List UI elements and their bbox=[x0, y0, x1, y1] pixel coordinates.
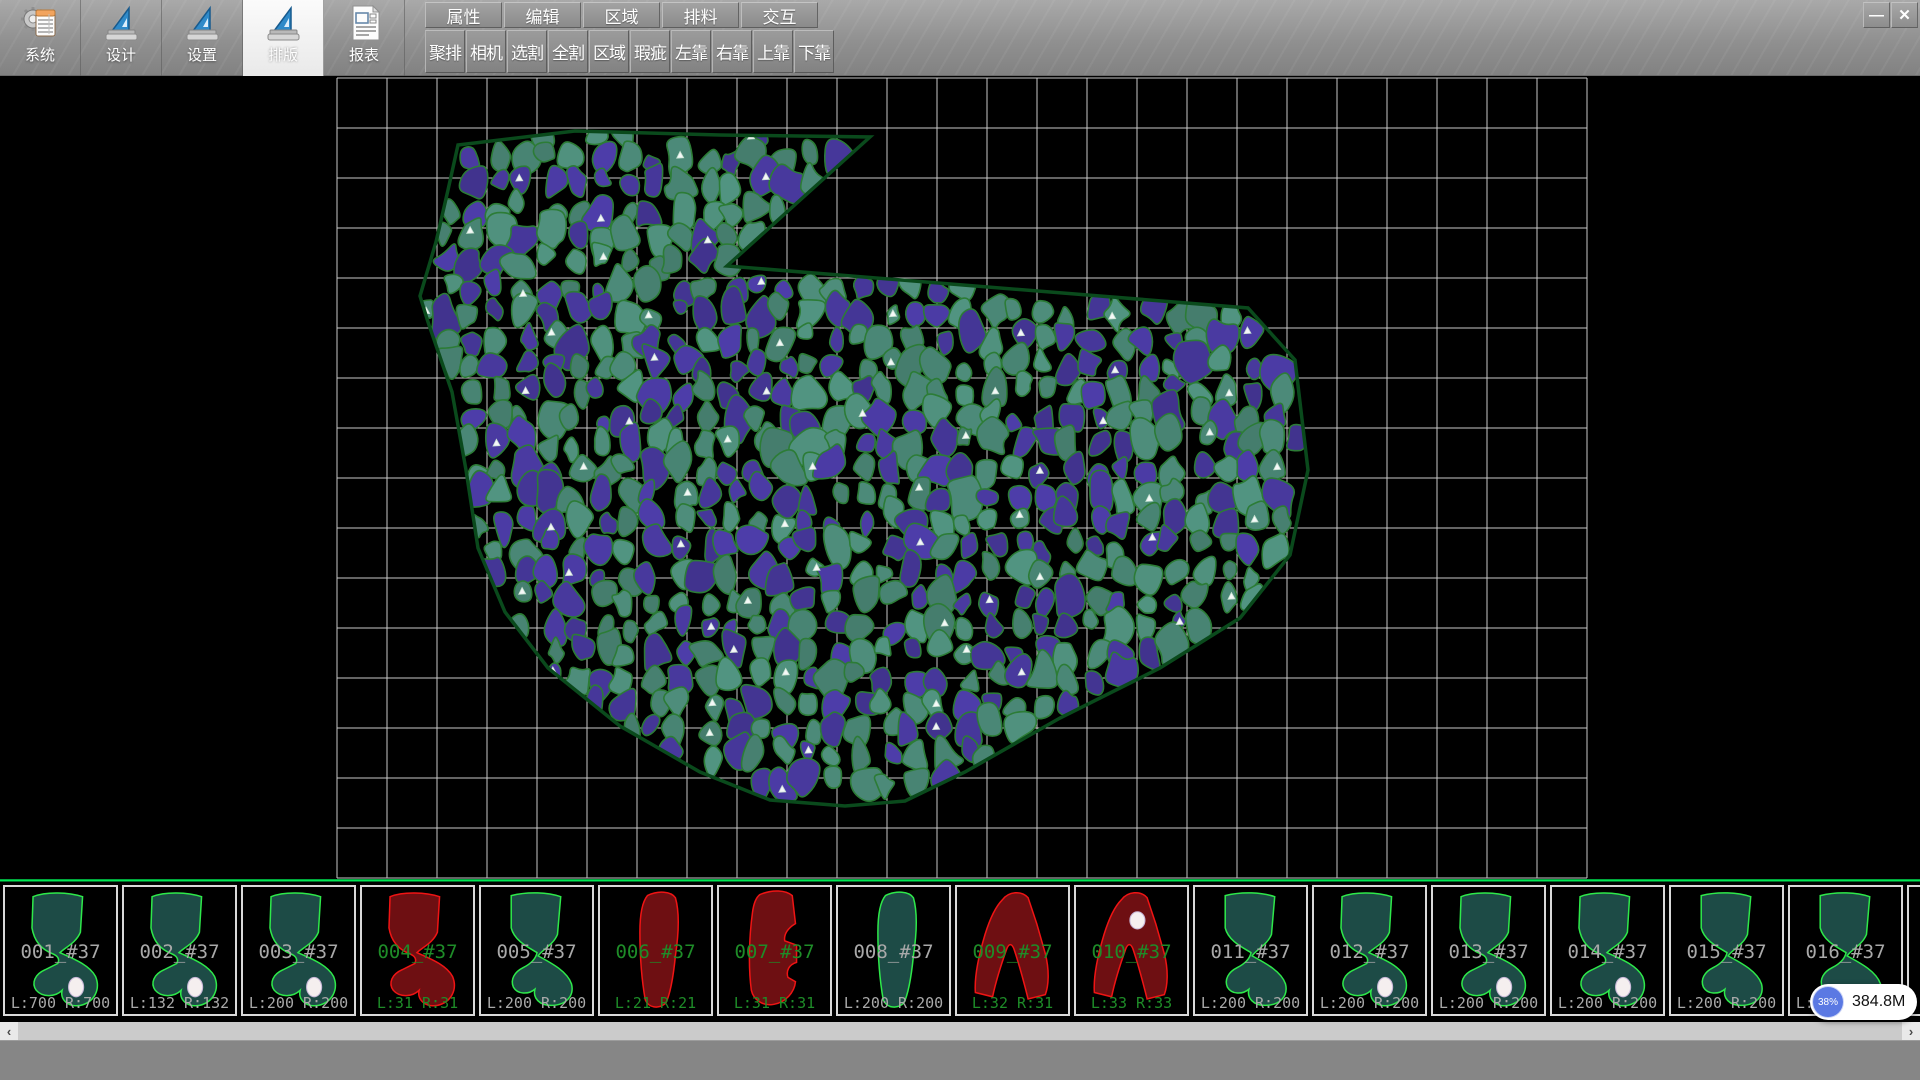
launcher-tab-报表[interactable]: 报表 bbox=[324, 0, 405, 76]
nesting-canvas[interactable] bbox=[0, 76, 1920, 879]
ruler-icon bbox=[101, 4, 141, 42]
launcher-tab-排版[interactable]: 排版 bbox=[243, 0, 324, 76]
menu-button-排料[interactable]: 排料 bbox=[662, 2, 739, 28]
launcher-tab-label: 设置 bbox=[187, 44, 217, 65]
piece-lr-count-label: L:700 R:700 bbox=[5, 994, 116, 1012]
piece-name-label: 008_#37 bbox=[838, 941, 949, 963]
piece-lr-count-label: L:200 R:200 bbox=[1195, 994, 1306, 1012]
progress-circle: 38% bbox=[1812, 986, 1844, 1018]
menu-button-区域[interactable]: 区域 bbox=[583, 2, 660, 28]
piece-lr-count-label: L:200 R:200 bbox=[838, 994, 949, 1012]
launcher-tab-label: 系统 bbox=[25, 44, 55, 65]
menu-button-交互[interactable]: 交互 bbox=[741, 2, 818, 28]
tool-button-上靠[interactable]: 上靠 bbox=[753, 30, 793, 73]
piece-lr-count-label: L:21 R:21 bbox=[600, 994, 711, 1012]
tool-button-相机[interactable]: 相机 bbox=[466, 30, 506, 73]
piece-name-label: 006_#37 bbox=[600, 941, 711, 963]
launcher-tab-label: 报表 bbox=[349, 44, 379, 65]
tool-button-瑕疵[interactable]: 瑕疵 bbox=[630, 30, 670, 73]
piece-name-label: 014_#37 bbox=[1552, 941, 1663, 963]
piece-lr-count-label: L:200 R:200 bbox=[243, 994, 354, 1012]
piece-lr-count-label: L:132 R:132 bbox=[124, 994, 235, 1012]
tool-button-区域[interactable]: 区域 bbox=[589, 30, 629, 73]
tool-button-全割[interactable]: 全割 bbox=[548, 30, 588, 73]
piece-name-label: 016_#37 bbox=[1790, 941, 1901, 963]
launcher-tab-系统[interactable]: 系统 bbox=[0, 0, 81, 76]
hide-layout-drawing bbox=[0, 76, 1920, 879]
piece-thumbnail-007_#37[interactable]: 007_#37 L:31 R:31 bbox=[717, 885, 832, 1016]
piece-lr-count-label: L:32 R:31 bbox=[957, 994, 1068, 1012]
piece-name-label: 011_#37 bbox=[1195, 941, 1306, 963]
piece-thumbnail-001_#37[interactable]: 001_#37 L:700 R:700 bbox=[3, 885, 118, 1016]
piece-thumbnail-006_#37[interactable]: 006_#37 L:21 R:21 bbox=[598, 885, 713, 1016]
piece-thumbnail-004_#37[interactable]: 004_#37 L:31 R:31 bbox=[360, 885, 475, 1016]
ruler-icon bbox=[263, 4, 303, 42]
piece-lr-count-label: L:200 R:200 bbox=[1433, 994, 1544, 1012]
window-controls: — ✕ bbox=[1862, 2, 1918, 28]
memory-usage-label: 384.8M bbox=[1852, 993, 1905, 1011]
tool-button-左靠[interactable]: 左靠 bbox=[671, 30, 711, 73]
piece-name-label: 004_#37 bbox=[362, 941, 473, 963]
memory-progress-badge: 38% 384.8M bbox=[1810, 984, 1917, 1020]
piece-name-label: 015_#37 bbox=[1671, 941, 1782, 963]
piece-name-label: 010_#37 bbox=[1076, 941, 1187, 963]
piece-name-label: 005_#37 bbox=[481, 941, 592, 963]
piece-lr-count-label: L:33 R:33 bbox=[1076, 994, 1187, 1012]
menu-button-属性[interactable]: 属性 bbox=[425, 2, 502, 28]
tool-bar: 聚排相机选割全割区域瑕疵左靠右靠上靠下靠 bbox=[425, 30, 835, 73]
piece-thumbnail-012_#37[interactable]: 012_#37 L:200 R:200 bbox=[1312, 885, 1427, 1016]
system-gear-icon bbox=[20, 4, 60, 42]
piece-thumbnail-003_#37[interactable]: 003_#37 L:200 R:200 bbox=[241, 885, 356, 1016]
piece-lr-count-label: L:200 R:200 bbox=[1671, 994, 1782, 1012]
piece-name-label: 012_#37 bbox=[1314, 941, 1425, 963]
piece-lr-count-label: L:31 R:31 bbox=[362, 994, 473, 1012]
ruler-icon bbox=[182, 4, 222, 42]
piece-thumbnail-013_#37[interactable]: 013_#37 L:200 R:200 bbox=[1431, 885, 1546, 1016]
menu-button-编辑[interactable]: 编辑 bbox=[504, 2, 581, 28]
horizontal-scrollbar[interactable]: ‹ › bbox=[0, 1022, 1920, 1040]
scroll-right-arrow-icon[interactable]: › bbox=[1902, 1022, 1920, 1040]
tool-button-右靠[interactable]: 右靠 bbox=[712, 30, 752, 73]
minimize-button[interactable]: — bbox=[1863, 2, 1890, 28]
piece-thumbnail-005_#37[interactable]: 005_#37 L:200 R:200 bbox=[479, 885, 594, 1016]
strip-divider-line bbox=[0, 879, 1920, 882]
piece-name-label: 003_#37 bbox=[243, 941, 354, 963]
piece-thumbnail-009_#37[interactable]: 009_#37 L:32 R:31 bbox=[955, 885, 1070, 1016]
launcher-tab-设计[interactable]: 设计 bbox=[81, 0, 162, 76]
piece-name-label: 007_#37 bbox=[719, 941, 830, 963]
piece-thumbnail-008_#37[interactable]: 008_#37 L:200 R:200 bbox=[836, 885, 951, 1016]
piece-lr-count-label: L:200 R:200 bbox=[1314, 994, 1425, 1012]
piece-name-label: 001_#37 bbox=[5, 941, 116, 963]
piece-thumbnail-002_#37[interactable]: 002_#37 L:132 R:132 bbox=[122, 885, 237, 1016]
piece-lr-count-label: L:31 R:31 bbox=[719, 994, 830, 1012]
tool-button-下靠[interactable]: 下靠 bbox=[794, 30, 834, 73]
launcher-tabs: 系统 设计 设置 排版 报表 bbox=[0, 0, 405, 76]
status-bar bbox=[0, 1040, 1920, 1080]
piece-thumbnail-010_#37[interactable]: 010_#37 L:33 R:33 bbox=[1074, 885, 1189, 1016]
piece-name-label: 013_#37 bbox=[1433, 941, 1544, 963]
piece-thumbnail-015_#37[interactable]: 015_#37 L:200 R:200 bbox=[1669, 885, 1784, 1016]
piece-name-label: 009_#37 bbox=[957, 941, 1068, 963]
scroll-left-arrow-icon[interactable]: ‹ bbox=[0, 1022, 18, 1040]
piece-name-label: 002_#37 bbox=[124, 941, 235, 963]
piece-thumbnail-014_#37[interactable]: 014_#37 L:200 R:200 bbox=[1550, 885, 1665, 1016]
piece-thumbnail-011_#37[interactable]: 011_#37 L:200 R:200 bbox=[1193, 885, 1308, 1016]
piece-thumbnail-strip: 001_#37 L:700 R:700 002_#37 L:132 R:132 003_… bbox=[0, 879, 1920, 1022]
piece-lr-count-label: L:200 R:200 bbox=[1552, 994, 1663, 1012]
close-button[interactable]: ✕ bbox=[1891, 2, 1918, 28]
tool-button-选割[interactable]: 选割 bbox=[507, 30, 547, 73]
launcher-tab-设置[interactable]: 设置 bbox=[162, 0, 243, 76]
launcher-tab-label: 设计 bbox=[106, 44, 136, 65]
tool-button-聚排[interactable]: 聚排 bbox=[425, 30, 465, 73]
piece-lr-count-label: L:200 R:200 bbox=[481, 994, 592, 1012]
report-doc-icon bbox=[344, 4, 384, 42]
titlebar: 系统设计设置排版报表 属性编辑区域排料交互 聚排相机选割全割区域瑕疵左靠右靠上靠… bbox=[0, 0, 1920, 76]
menu-bar: 属性编辑区域排料交互 bbox=[425, 2, 820, 28]
launcher-tab-label: 排版 bbox=[268, 44, 298, 65]
thumbnail-row: 001_#37 L:700 R:700 002_#37 L:132 R:132 003_… bbox=[0, 885, 1920, 1016]
